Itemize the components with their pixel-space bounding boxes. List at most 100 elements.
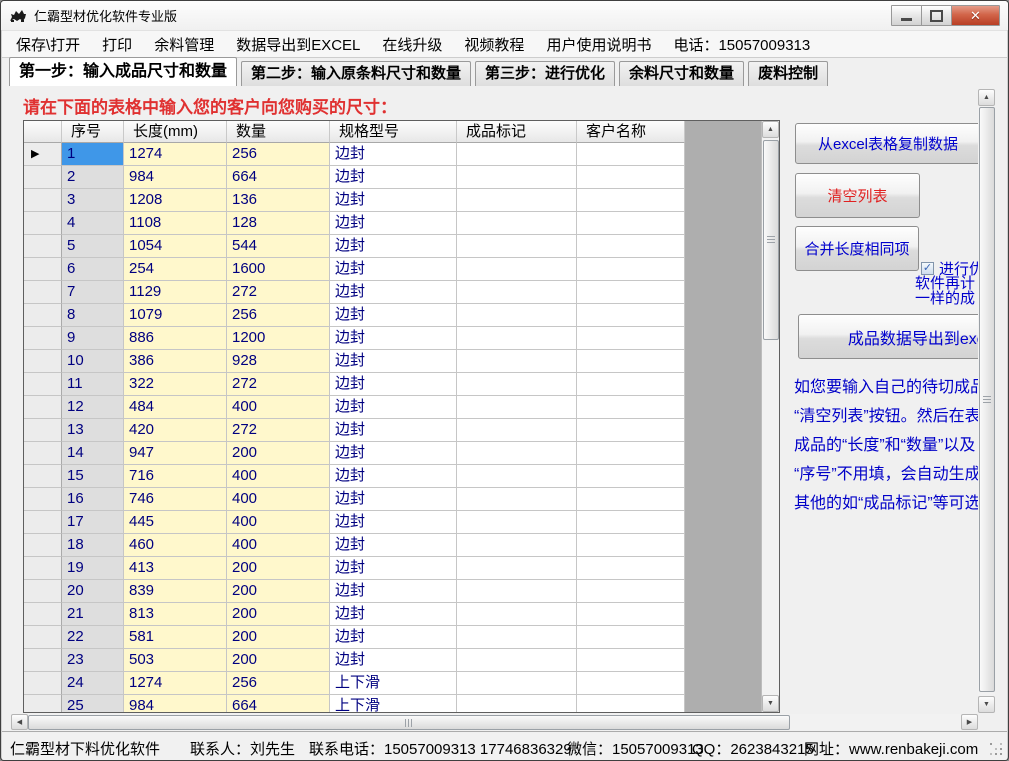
- cell-spec[interactable]: 边封: [330, 557, 457, 580]
- cell-customer[interactable]: [577, 603, 685, 626]
- close-button[interactable]: ✕: [951, 5, 1000, 26]
- cell-seq[interactable]: 15: [62, 465, 124, 488]
- row-selector[interactable]: [24, 580, 62, 603]
- row-selector[interactable]: [24, 626, 62, 649]
- cell-seq[interactable]: 23: [62, 649, 124, 672]
- cell-customer[interactable]: [577, 373, 685, 396]
- scroll-down-icon[interactable]: ▼: [978, 696, 995, 713]
- export-to-excel-button[interactable]: 成品数据导出到excel表: [798, 314, 978, 359]
- cell-length[interactable]: 839: [124, 580, 227, 603]
- cell-qty[interactable]: 256: [227, 304, 330, 327]
- cell-length[interactable]: 1129: [124, 281, 227, 304]
- cell-qty[interactable]: 1200: [227, 327, 330, 350]
- cell-qty[interactable]: 664: [227, 695, 330, 712]
- cell-seq[interactable]: 25: [62, 695, 124, 712]
- cell-customer[interactable]: [577, 442, 685, 465]
- cell-customer[interactable]: [577, 396, 685, 419]
- cell-mark[interactable]: [457, 442, 577, 465]
- cell-mark[interactable]: [457, 626, 577, 649]
- cell-length[interactable]: 1274: [124, 143, 227, 166]
- cell-qty[interactable]: 272: [227, 373, 330, 396]
- cell-seq[interactable]: 22: [62, 626, 124, 649]
- cell-length[interactable]: 503: [124, 649, 227, 672]
- cell-customer[interactable]: [577, 212, 685, 235]
- cell-mark[interactable]: [457, 373, 577, 396]
- cell-customer[interactable]: [577, 281, 685, 304]
- column-header[interactable]: 数量: [227, 121, 330, 143]
- horizontal-scrollbar-thumb[interactable]: [28, 715, 790, 730]
- row-selector[interactable]: [24, 373, 62, 396]
- menu-item[interactable]: 用户使用说明书: [546, 34, 651, 55]
- cell-length[interactable]: 386: [124, 350, 227, 373]
- cell-qty[interactable]: 400: [227, 465, 330, 488]
- row-selector[interactable]: [24, 327, 62, 350]
- row-selector[interactable]: [24, 258, 62, 281]
- cell-qty[interactable]: 664: [227, 166, 330, 189]
- row-selector[interactable]: [24, 695, 62, 712]
- clear-list-button[interactable]: 清空列表: [795, 173, 920, 218]
- cell-seq[interactable]: 11: [62, 373, 124, 396]
- table-scrollbar-thumb[interactable]: [763, 140, 779, 340]
- cell-seq[interactable]: 2: [62, 166, 124, 189]
- resize-grip[interactable]: [990, 743, 1003, 756]
- page-vertical-scrollbar[interactable]: ▲ ▼: [978, 89, 995, 713]
- cell-mark[interactable]: [457, 672, 577, 695]
- cell-customer[interactable]: [577, 672, 685, 695]
- cell-qty[interactable]: 400: [227, 396, 330, 419]
- cell-qty[interactable]: 200: [227, 442, 330, 465]
- cell-mark[interactable]: [457, 534, 577, 557]
- cell-customer[interactable]: [577, 419, 685, 442]
- column-header[interactable]: 成品标记: [457, 121, 577, 143]
- row-selector[interactable]: [24, 281, 62, 304]
- cell-mark[interactable]: [457, 235, 577, 258]
- cell-seq[interactable]: 19: [62, 557, 124, 580]
- cell-mark[interactable]: [457, 350, 577, 373]
- tab-step2-stock-size[interactable]: 第二步：输入原条料尺寸和数量: [241, 61, 471, 86]
- cell-mark[interactable]: [457, 419, 577, 442]
- row-selector[interactable]: [24, 649, 62, 672]
- cell-customer[interactable]: [577, 235, 685, 258]
- cell-customer[interactable]: [577, 626, 685, 649]
- cell-spec[interactable]: 边封: [330, 258, 457, 281]
- cell-qty[interactable]: 200: [227, 557, 330, 580]
- cell-mark[interactable]: [457, 258, 577, 281]
- cell-customer[interactable]: [577, 465, 685, 488]
- cell-spec[interactable]: 边封: [330, 511, 457, 534]
- scroll-right-icon[interactable]: ▶: [961, 714, 978, 730]
- cell-customer[interactable]: [577, 166, 685, 189]
- cell-qty[interactable]: 1600: [227, 258, 330, 281]
- cell-mark[interactable]: [457, 557, 577, 580]
- cell-seq[interactable]: 1: [62, 143, 124, 166]
- row-selector[interactable]: [24, 511, 62, 534]
- cell-spec[interactable]: 边封: [330, 488, 457, 511]
- cell-spec[interactable]: 边封: [330, 534, 457, 557]
- copy-from-excel-button[interactable]: 从excel表格复制数据: [795, 123, 978, 164]
- cell-customer[interactable]: [577, 189, 685, 212]
- cell-spec[interactable]: 边封: [330, 281, 457, 304]
- row-selector[interactable]: [24, 304, 62, 327]
- cell-spec[interactable]: 上下滑: [330, 672, 457, 695]
- cell-mark[interactable]: [457, 465, 577, 488]
- row-selector[interactable]: [24, 442, 62, 465]
- menu-item[interactable]: 余料管理: [154, 34, 214, 55]
- cell-mark[interactable]: [457, 281, 577, 304]
- merge-same-length-button[interactable]: 合并长度相同项: [795, 226, 919, 271]
- cell-customer[interactable]: [577, 557, 685, 580]
- cell-length[interactable]: 1079: [124, 304, 227, 327]
- tab-step3-optimize[interactable]: 第三步：进行优化: [475, 61, 615, 86]
- page-scrollbar-thumb[interactable]: [979, 107, 995, 692]
- cell-qty[interactable]: 136: [227, 189, 330, 212]
- cell-qty[interactable]: 200: [227, 626, 330, 649]
- cell-customer[interactable]: [577, 488, 685, 511]
- cell-mark[interactable]: [457, 143, 577, 166]
- row-selector-header[interactable]: [24, 121, 62, 143]
- cell-qty[interactable]: 272: [227, 419, 330, 442]
- cell-spec[interactable]: 边封: [330, 327, 457, 350]
- menu-item[interactable]: 打印: [102, 34, 132, 55]
- row-selector[interactable]: [24, 672, 62, 695]
- cell-qty[interactable]: 928: [227, 350, 330, 373]
- cell-length[interactable]: 1108: [124, 212, 227, 235]
- cell-qty[interactable]: 200: [227, 649, 330, 672]
- title-bar[interactable]: 仁霸型材优化软件专业版 ✕: [1, 1, 1008, 30]
- cell-mark[interactable]: [457, 166, 577, 189]
